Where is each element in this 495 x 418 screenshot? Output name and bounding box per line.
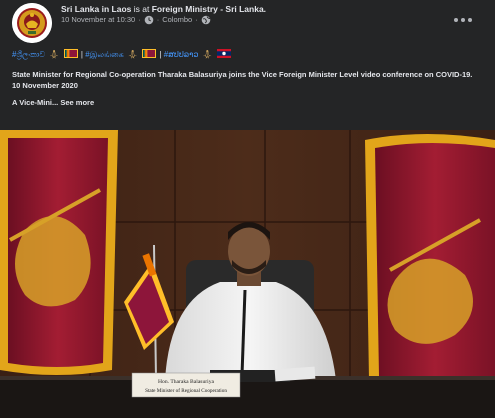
sri-lanka-flag-icon <box>63 49 78 58</box>
hashtag-sinhala[interactable]: #ශ්‍රීලංකාව <box>12 50 45 59</box>
see-more-link[interactable]: See more <box>60 98 94 107</box>
hashtag-lao[interactable]: #ສປປລາວ <box>164 50 199 59</box>
hashtag-separator: | <box>159 50 162 59</box>
folded-hands-icon: 🙏︎ <box>202 50 213 59</box>
location-link[interactable]: Foreign Ministry - Sri Lanka. <box>152 4 266 14</box>
post-date: 10 November 2020 <box>12 81 78 90</box>
hashtag-separator: | <box>80 50 83 59</box>
right-flag-drape <box>365 134 495 385</box>
meta-separator: · <box>195 15 198 24</box>
post-headline: State Minister for Regional Co-operation… <box>12 70 473 79</box>
post-meta: 10 November at 10:30 · · Colombo · <box>61 15 211 25</box>
post-excerpt: A Vice-Mini... See more <box>12 97 488 108</box>
clock-icon <box>144 15 154 25</box>
post-timestamp[interactable]: 10 November at 10:30 <box>61 15 135 25</box>
sri-lanka-emblem-icon <box>12 3 52 43</box>
post-photo[interactable]: Hon. Tharaka Balasuriya State Minister o… <box>0 130 495 418</box>
laos-flag-icon <box>216 49 231 58</box>
post-header: Sri Lanka in Laos is at Foreign Ministry… <box>0 0 495 44</box>
post-author-line: Sri Lanka in Laos is at Foreign Ministry… <box>61 4 266 15</box>
nameplate-line1: Hon. Tharaka Balasuriya <box>158 379 214 385</box>
sri-lanka-flag-icon <box>142 49 157 58</box>
left-flag-drape <box>0 130 118 375</box>
globe-icon[interactable] <box>201 15 211 25</box>
excerpt-text: A Vice-Mini... <box>12 98 59 107</box>
conference-photo: Hon. Tharaka Balasuriya State Minister o… <box>0 130 495 418</box>
meta-separator: · <box>156 15 160 24</box>
meta-separator: · <box>138 15 141 24</box>
page-avatar[interactable] <box>12 3 52 43</box>
nameplate-line2: State Minister of Regional Cooperation <box>145 387 227 394</box>
hashtag-line: #ශ්‍රීලංකාව 🙏︎ | #இலங்கை 🙏︎ | #ສປປລາວ 🙏︎ <box>12 48 488 62</box>
post-text: #ශ්‍රීලංකාව 🙏︎ | #இலங்கை 🙏︎ | #ສປປລາວ 🙏︎… <box>12 48 488 108</box>
post-place[interactable]: Colombo <box>162 15 192 25</box>
is-at-text: is at <box>133 4 150 14</box>
author-name[interactable]: Sri Lanka in Laos <box>61 4 131 14</box>
more-options-icon[interactable] <box>451 10 475 30</box>
folded-hands-icon: 🙏︎ <box>127 50 138 59</box>
folded-hands-icon: 🙏︎ <box>48 50 59 59</box>
hashtag-tamil[interactable]: #இலங்கை <box>85 50 124 59</box>
